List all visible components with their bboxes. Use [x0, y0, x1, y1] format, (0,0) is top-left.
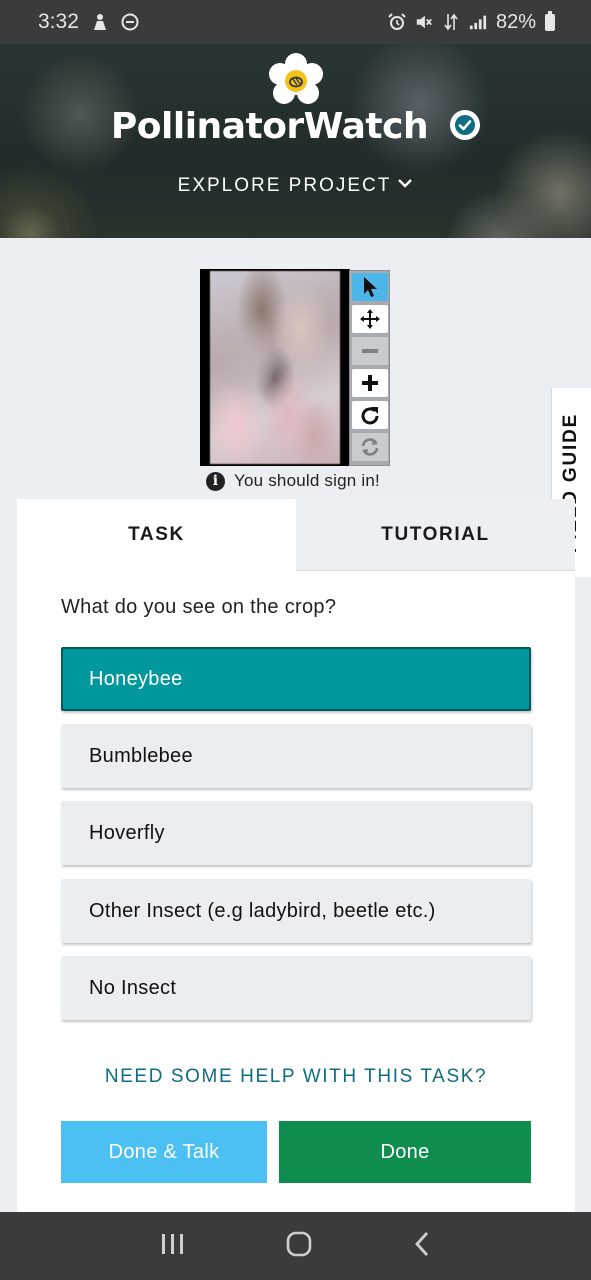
- recent-apps-icon[interactable]: [160, 1232, 186, 1261]
- pointer-tool-button[interactable]: [351, 273, 388, 301]
- answer-label: Bumblebee: [89, 744, 193, 767]
- answer-label: Other Insect (e.g ladybird, beetle etc.): [89, 899, 436, 922]
- zoom-in-icon: [361, 375, 378, 391]
- zoom-in-button[interactable]: [351, 369, 388, 397]
- rotate-icon: [361, 407, 378, 425]
- done-and-talk-button[interactable]: Done & Talk: [61, 1121, 267, 1183]
- battery-icon: [545, 10, 555, 31]
- home-icon[interactable]: [285, 1230, 313, 1263]
- chevron-down-icon: [397, 173, 413, 195]
- task-panel: TASK TUTORIAL What do you see on the cro…: [17, 499, 575, 1212]
- task-question: What do you see on the crop?: [61, 596, 337, 618]
- image-toolbar: [349, 270, 390, 466]
- system-nav-bar: [0, 1212, 591, 1280]
- reset-icon: [361, 438, 378, 456]
- back-icon[interactable]: [412, 1230, 432, 1263]
- move-tool-button[interactable]: [351, 305, 388, 333]
- answer-honeybee[interactable]: Honeybee: [61, 647, 531, 711]
- alarm-icon: [388, 13, 406, 31]
- project-logo: [266, 52, 326, 112]
- dnd-icon: [121, 13, 139, 31]
- tab-task[interactable]: TASK: [17, 499, 296, 571]
- project-name[interactable]: PollinatorWatch: [111, 106, 429, 147]
- status-time: 3:32: [38, 10, 79, 33]
- pointer-icon: [363, 277, 377, 297]
- explore-project-label[interactable]: EXPLORE PROJECT: [178, 175, 392, 196]
- project-header: PollinatorWatch EXPLORE PROJECT: [0, 44, 591, 238]
- project-title[interactable]: PollinatorWatch: [0, 106, 591, 147]
- verified-badge-icon: [450, 110, 481, 140]
- sign-in-notice: i You should sign in!: [206, 471, 380, 491]
- explore-project-dropdown[interactable]: EXPLORE PROJECT: [0, 175, 591, 197]
- sign-in-text: You should sign in!: [234, 471, 380, 490]
- mute-icon: [415, 13, 433, 31]
- answer-bumblebee[interactable]: Bumblebee: [61, 724, 531, 788]
- battery-percent: 82%: [495, 10, 536, 33]
- reset-button[interactable]: [351, 433, 388, 461]
- answer-no-insect[interactable]: No Insect: [61, 956, 531, 1020]
- signal-icon: [469, 13, 487, 31]
- data-icon: [442, 13, 460, 31]
- task-help-link[interactable]: NEED SOME HELP WITH THIS TASK?: [17, 1066, 575, 1088]
- zoom-out-icon: [361, 349, 378, 353]
- info-icon: i: [206, 471, 225, 491]
- status-bar: 3:32 82%: [0, 0, 591, 44]
- answer-hoverfly[interactable]: Hoverfly: [61, 801, 531, 865]
- subject-image-frame[interactable]: [200, 269, 350, 466]
- rotate-button[interactable]: [351, 401, 388, 429]
- task-tabs: TASK TUTORIAL: [17, 499, 575, 571]
- done-button[interactable]: Done: [279, 1121, 531, 1183]
- move-icon: [359, 309, 380, 329]
- tab-tutorial[interactable]: TUTORIAL: [296, 499, 575, 571]
- answer-other-insect[interactable]: Other Insect (e.g ladybird, beetle etc.): [61, 879, 531, 943]
- subject-image[interactable]: [210, 271, 340, 464]
- answer-label: No Insect: [89, 976, 177, 999]
- zoom-out-button[interactable]: [351, 337, 388, 365]
- person-icon: [91, 13, 109, 31]
- answer-label: Hoverfly: [89, 821, 165, 844]
- answer-label: Honeybee: [89, 667, 183, 690]
